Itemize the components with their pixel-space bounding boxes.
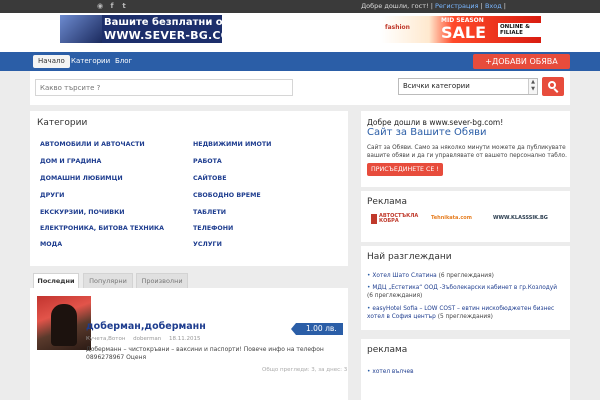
separator: | — [503, 2, 506, 10]
nav-home[interactable]: Начало — [33, 55, 70, 68]
header-banner-ad[interactable]: fashion MID SEASON SALE ONLINE & FILIALE — [381, 16, 541, 43]
top-bar: ◉ f t Добре дошли, гост! | Регистрация |… — [0, 0, 600, 13]
category-link[interactable]: ДРУГИ — [40, 192, 64, 199]
reklama-link[interactable]: хотел вълчев — [372, 369, 413, 375]
category-link[interactable]: СВОБОДНО ВРЕМЕ — [193, 192, 261, 199]
separator: | — [430, 2, 433, 10]
bullet-icon: • — [367, 369, 371, 375]
nav-blog[interactable]: Блог — [110, 55, 137, 68]
tab-random[interactable]: Произволни — [136, 273, 188, 288]
reklama-item[interactable]: • хотел вълчев — [367, 369, 414, 375]
listing-author[interactable]: doberman — [133, 336, 161, 342]
category-link[interactable]: САЙТОВЕ — [193, 175, 227, 182]
rss-icon[interactable]: ◉ — [96, 2, 104, 10]
ad-logo-klassik[interactable]: WWW.KLASSSIK.BG — [493, 214, 561, 224]
category-select[interactable]: Всички категории ▲ ▼ — [398, 78, 538, 95]
listing-date: 18.11.2015 — [169, 336, 201, 342]
item-link[interactable]: МДЦ „Естетика“ ООД -Зъболекарски кабинет… — [372, 285, 557, 291]
price-tag: 1.00 лв. — [291, 323, 343, 335]
bullet-icon: • — [367, 273, 371, 279]
select-arrows-icon: ▲ ▼ — [528, 79, 537, 94]
item-count: (6 преглеждания) — [438, 273, 494, 279]
facebook-icon[interactable]: f — [108, 2, 116, 10]
nav-categories[interactable]: Категории — [66, 55, 115, 68]
most-viewed-item[interactable]: • Хотел Шато Слатина (6 преглеждания) — [367, 272, 565, 280]
listing-thumbnail[interactable] — [37, 296, 91, 350]
most-viewed-title: Най разглеждани — [367, 252, 452, 262]
welcome-text: Сайт за Обяви. Само за няколко минути мо… — [367, 145, 567, 159]
category-select-value: Всички категории — [403, 82, 470, 90]
listing-tabs: Последни Популярни Произволни — [30, 273, 348, 288]
ad-logo-kobra[interactable]: АВТОСТЪКЛА КОБРА — [371, 214, 425, 224]
search-button[interactable] — [542, 77, 564, 96]
welcome-box: Добре дошли в www.sever-bg.com! Сайт за … — [361, 111, 570, 187]
twitter-icon[interactable]: t — [120, 2, 128, 10]
most-viewed-item[interactable]: • easyHotel Sofia – LOW COST – евтин ниск… — [367, 305, 565, 321]
category-link[interactable]: УСЛУГИ — [193, 241, 222, 248]
banner-online: ONLINE & FILIALE — [498, 23, 541, 37]
most-viewed-item[interactable]: • МДЦ „Естетика“ ООД -Зъболекарски кабине… — [367, 284, 565, 300]
bullet-icon: • — [367, 285, 371, 291]
tab-latest[interactable]: Последни — [33, 273, 79, 288]
greeting: Добре дошли, гост! — [361, 2, 429, 10]
category-link[interactable]: МОДА — [40, 241, 62, 248]
listing-card: 1.00 лв. доберман,доберманн Кучета,Вотон… — [30, 288, 348, 400]
header: Вашите безплатни обяви WWW.SEVER-BG.COM … — [0, 13, 600, 52]
bullet-icon: • — [367, 306, 371, 312]
category-link[interactable]: РАБОТА — [193, 158, 222, 165]
main-nav: Начало Категории Блог +ДОБАВИ ОБЯВА — [0, 52, 600, 71]
banner-sale: SALE — [441, 23, 487, 42]
ads-title: Реклама — [367, 197, 407, 207]
category-link[interactable]: НЕДВИЖИМИ ИМОТИ — [193, 141, 271, 148]
categories-panel: Категории АВТОМОБИЛИ И АВТОЧАСТИ ДОМ И Г… — [30, 111, 348, 266]
search-bar: Всички категории ▲▼ — [30, 71, 570, 105]
most-viewed-box: Най разглеждани • Хотел Шато Слатина (6 п… — [361, 246, 570, 330]
category-link[interactable]: ЕЛЕКТРОНИКА, БИТОВА ТЕХНИКА — [40, 225, 164, 232]
ads-box: Реклама АВТОСТЪКЛА КОБРА Tehnikata.com W… — [361, 191, 570, 242]
ad-logo-tehnikata[interactable]: Tehnikata.com — [431, 214, 487, 224]
tab-popular[interactable]: Популярни — [83, 273, 133, 288]
reklama-title: реклама — [367, 345, 408, 355]
listing-meta: Кучета,Вотон doberman 18.11.2015 — [86, 336, 207, 342]
category-link[interactable]: ТАБЛЕТИ — [193, 209, 226, 216]
listing-location[interactable]: Кучета,Вотон — [86, 336, 125, 342]
item-count: (5 преглеждания) — [437, 314, 493, 320]
item-link[interactable]: Хотел Шато Слатина — [372, 273, 436, 279]
category-link[interactable]: ТЕЛЕФОНИ — [193, 225, 233, 232]
dog-image — [51, 304, 77, 346]
search-icon-handle — [553, 88, 559, 93]
category-link[interactable]: АВТОМОБИЛИ И АВТОЧАСТИ — [40, 141, 145, 148]
logo-domain: WWW.SEVER-BG.COM — [104, 29, 222, 42]
site-logo[interactable]: Вашите безплатни обяви WWW.SEVER-BG.COM — [60, 15, 222, 43]
user-links: Добре дошли, гост! | Регистрация | Вход … — [361, 2, 506, 10]
welcome-heading: Сайт за Вашите Обяви — [367, 127, 487, 138]
welcome-line: Добре дошли в www.sever-bg.com! — [367, 118, 504, 127]
add-listing-button[interactable]: +ДОБАВИ ОБЯВА — [473, 54, 570, 69]
search-input[interactable] — [35, 79, 293, 96]
item-count: (6 преглеждания) — [367, 293, 423, 299]
login-link[interactable]: Вход — [485, 2, 502, 10]
social-links: ◉ f t — [96, 2, 128, 10]
category-link[interactable]: ДОМ И ГРАДИНА — [40, 158, 101, 165]
separator: | — [480, 2, 483, 10]
listing-description: Доберманн – чистокръвни – ваксини и пасп… — [86, 346, 324, 361]
listing-title[interactable]: доберман,доберманн — [86, 321, 206, 332]
logo-image — [60, 15, 102, 43]
category-link[interactable]: ДОМАШНИ ЛЮБИМЦИ — [40, 175, 123, 182]
banner-brand: fashion — [385, 24, 410, 31]
register-link[interactable]: Регистрация — [435, 2, 479, 10]
category-link[interactable]: ЕКСКУРЗИИ, ПОЧИВКИ — [40, 209, 124, 216]
reklama-box: реклама • хотел вълчев — [361, 339, 570, 400]
logo-tagline: Вашите безплатни обяви — [104, 17, 222, 28]
join-button[interactable]: ПРИСЪЕДИНЕТЕ СЕ ! — [367, 163, 443, 176]
categories-title: Категории — [37, 118, 88, 128]
listing-stats: Общо прегледи: 3, за днес: 3 — [262, 367, 348, 373]
